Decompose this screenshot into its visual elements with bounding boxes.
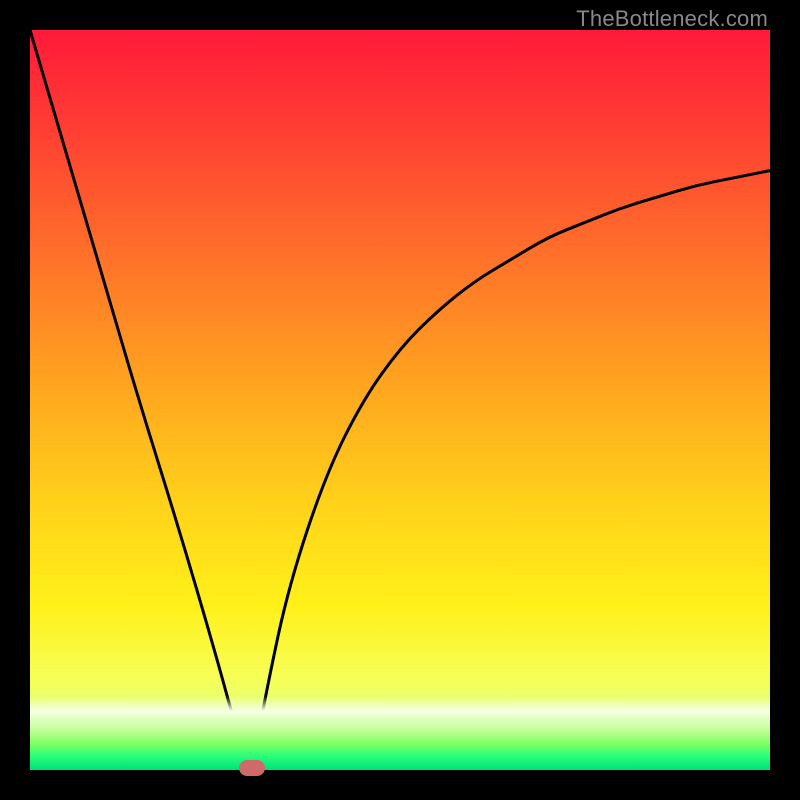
chart-frame [30, 30, 770, 770]
chart-background [30, 30, 770, 770]
chart-svg [30, 30, 770, 770]
watermark-text: TheBottleneck.com [576, 6, 768, 32]
green-zone [30, 696, 770, 770]
optimal-marker [239, 760, 265, 776]
